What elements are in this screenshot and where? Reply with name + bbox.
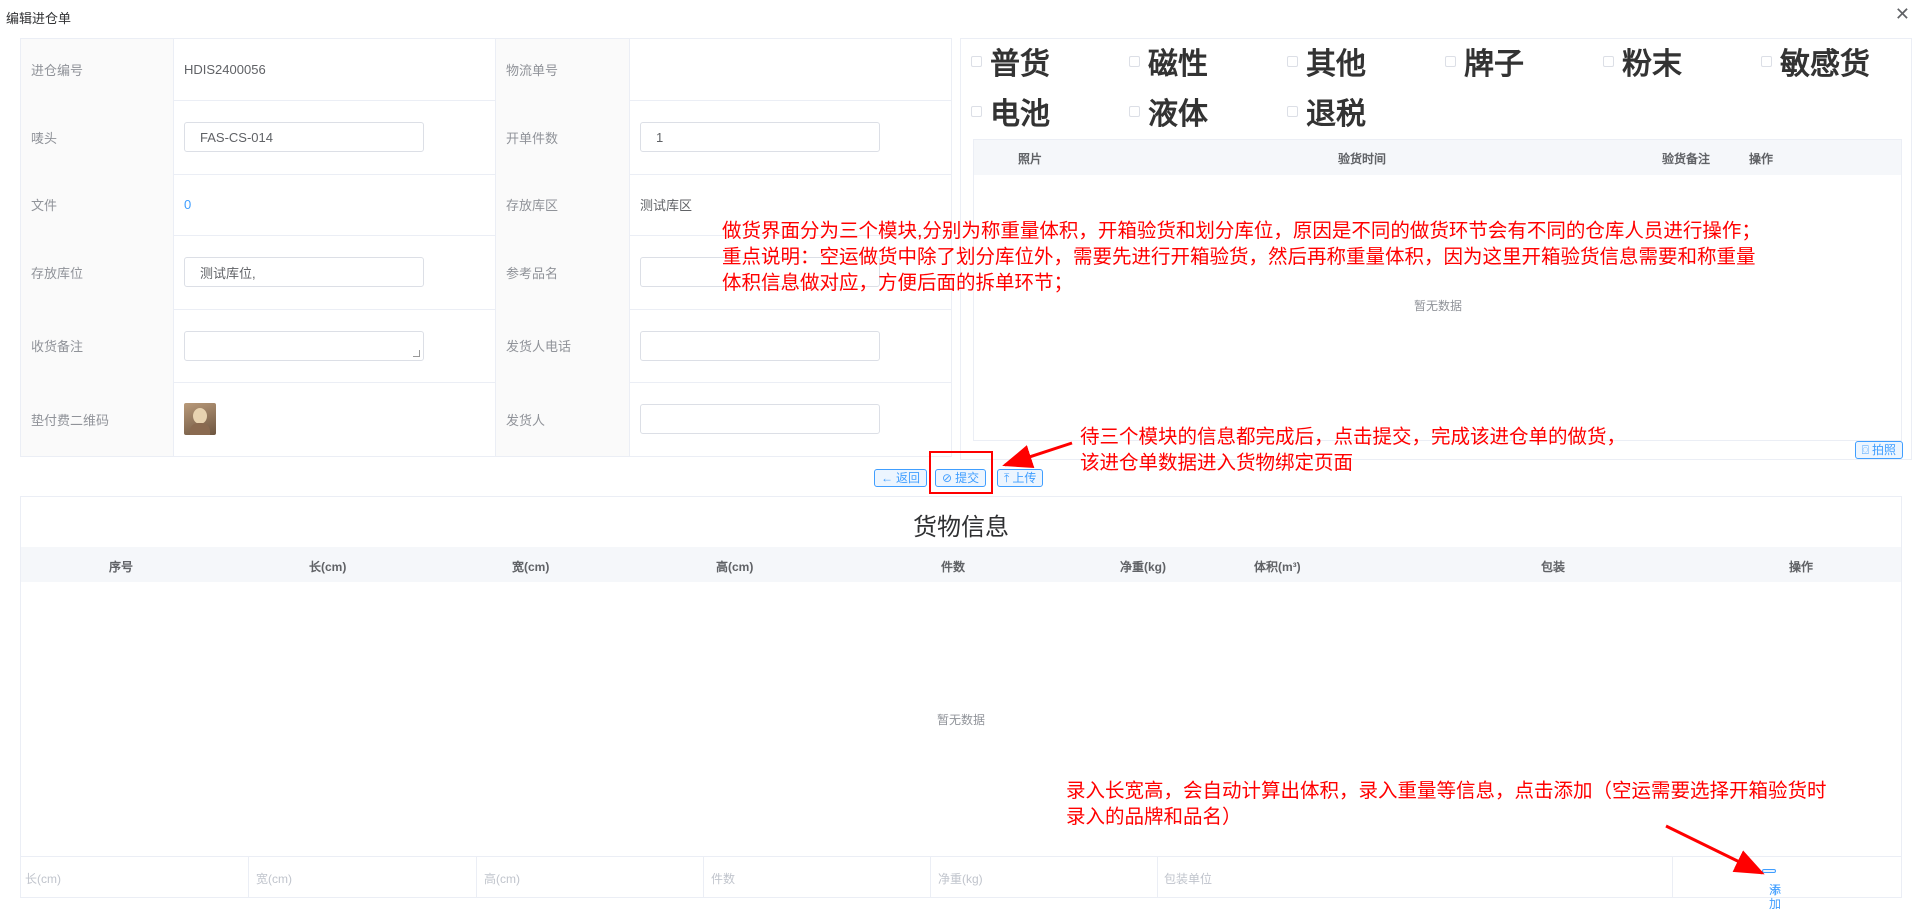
arrow-to-add bbox=[1665, 824, 1765, 875]
arrow-to-submit bbox=[1002, 441, 1073, 468]
annotation-arrows bbox=[1002, 441, 1765, 875]
